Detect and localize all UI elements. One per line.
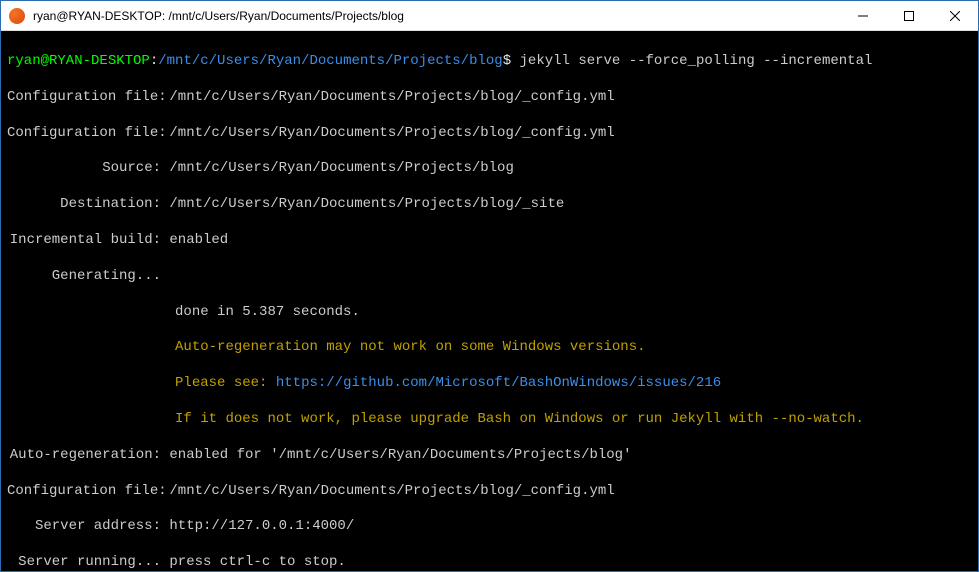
prompt-sep2: $ [503, 53, 511, 69]
window-titlebar: ryan@RYAN-DESKTOP: /mnt/c/Users/Ryan/Doc… [1, 1, 978, 31]
warning-line: Auto-regeneration may not work on some W… [7, 339, 972, 357]
warning-line: If it does not work, please upgrade Bash… [7, 411, 972, 429]
warning-line: Please see: https://github.com/Microsoft… [7, 375, 972, 393]
server-running-line: Server running... press ctrl-c to stop. [7, 554, 972, 571]
prompt-sep1: : [150, 53, 158, 69]
prompt-userhost: ryan@RYAN-DESKTOP [7, 53, 150, 69]
issue-link: https://github.com/Microsoft/BashOnWindo… [276, 375, 721, 391]
window-controls [840, 1, 978, 30]
maximize-button[interactable] [886, 1, 932, 30]
incremental-line: Incremental build: enabled [7, 232, 972, 250]
window-title: ryan@RYAN-DESKTOP: /mnt/c/Users/Ryan/Doc… [33, 9, 840, 23]
auto-regen-line: Auto-regeneration: enabled for '/mnt/c/U… [7, 447, 972, 465]
ubuntu-icon [9, 8, 25, 24]
config-file-line: Configuration file: /mnt/c/Users/Ryan/Do… [7, 89, 972, 107]
minimize-button[interactable] [840, 1, 886, 30]
command-text: jekyll serve --force_polling --increment… [511, 53, 872, 69]
server-address-line: Server address: http://127.0.0.1:4000/ [7, 518, 972, 536]
config-file-line: Configuration file: /mnt/c/Users/Ryan/Do… [7, 125, 972, 143]
destination-line: Destination: /mnt/c/Users/Ryan/Documents… [7, 196, 972, 214]
prompt-path: /mnt/c/Users/Ryan/Documents/Projects/blo… [158, 53, 502, 69]
source-line: Source: /mnt/c/Users/Ryan/Documents/Proj… [7, 160, 972, 178]
config-file-line: Configuration file: /mnt/c/Users/Ryan/Do… [7, 483, 972, 501]
prompt-line: ryan@RYAN-DESKTOP:/mnt/c/Users/Ryan/Docu… [7, 53, 972, 71]
close-button[interactable] [932, 1, 978, 30]
done-line: done in 5.387 seconds. [7, 304, 972, 322]
generating-line: Generating... [7, 268, 972, 286]
terminal-output[interactable]: ryan@RYAN-DESKTOP:/mnt/c/Users/Ryan/Docu… [1, 31, 978, 571]
